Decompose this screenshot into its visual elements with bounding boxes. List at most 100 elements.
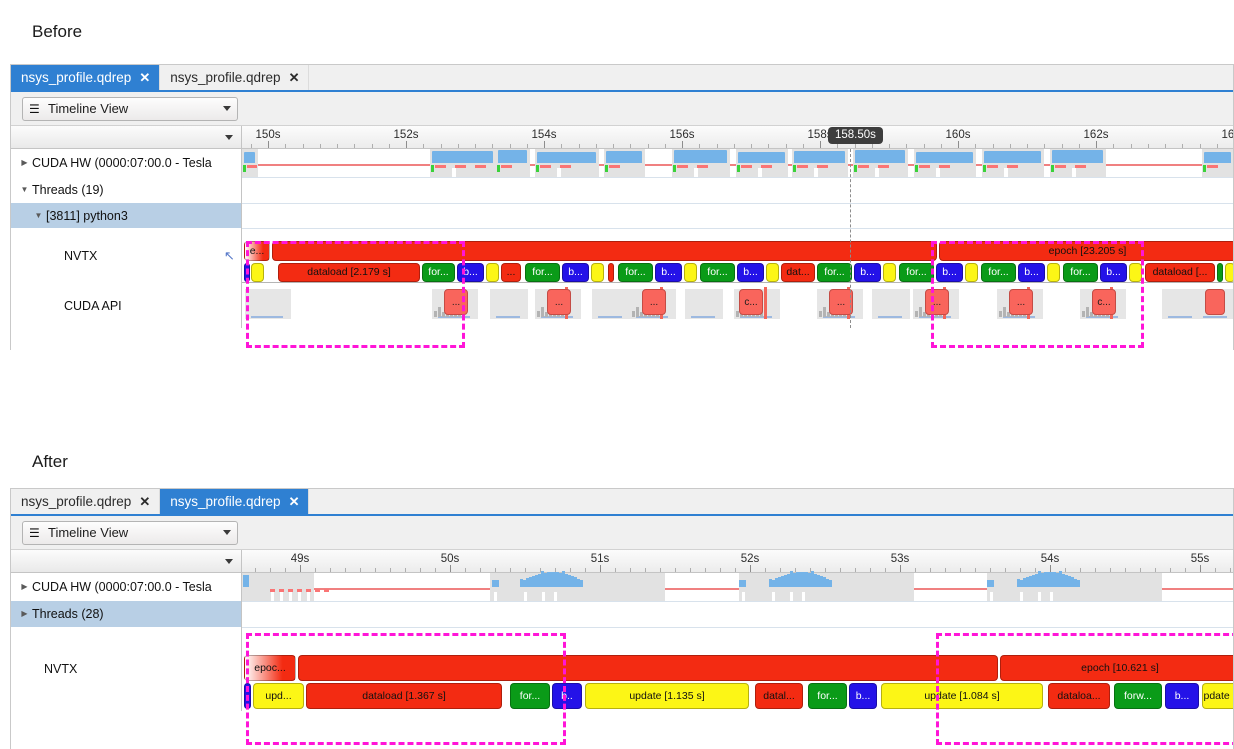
- nvtx-block[interactable]: [1225, 263, 1233, 282]
- nvtx-block[interactable]: [608, 263, 614, 282]
- tree-row-cuda-api[interactable]: CUDA API: [11, 283, 241, 328]
- nvtx-block[interactable]: b...: [936, 263, 963, 282]
- api-call-block[interactable]: ...: [1009, 289, 1033, 315]
- nvtx-block-epoch[interactable]: epoch [23.205 s]: [939, 241, 1233, 261]
- tree-row-nvtx[interactable]: NVTX: [11, 627, 241, 711]
- tree-row-nvtx[interactable]: NVTX ↗: [11, 228, 241, 283]
- time-ruler-before[interactable]: 150s152s154s156s158s160s162s164s158.50s: [242, 126, 1233, 149]
- track-nvtx-before[interactable]: e... epoch [23.205 s] dataload [2.179 s] fo…: [242, 228, 1233, 288]
- close-icon[interactable]: ✕: [289, 495, 300, 508]
- nvtx-block[interactable]: for...: [1063, 263, 1098, 282]
- nvtx-block[interactable]: [251, 263, 264, 282]
- nvtx-block-epoch[interactable]: epoc...: [244, 655, 296, 681]
- resize-arrow-icon[interactable]: ↗: [224, 248, 235, 264]
- tree-row-threads[interactable]: ▼ Threads (19): [11, 177, 241, 203]
- nvtx-block[interactable]: for...: [700, 263, 735, 282]
- timeline-pane-after[interactable]: 49s 50s 51s 52s 53s 54s 55s epoc... epoch [10.6…: [242, 550, 1233, 711]
- tree-row-python3-thread[interactable]: ▼ [3811] python3: [11, 203, 241, 228]
- nvtx-block[interactable]: for...: [422, 263, 455, 282]
- nvtx-block-epoch[interactable]: [298, 655, 998, 681]
- nvtx-block[interactable]: update [1.135 s]: [585, 683, 749, 709]
- track-cuda-api-before[interactable]: ......... c............ c...: [242, 283, 1233, 328]
- ruler-minor-tick: [940, 144, 942, 148]
- close-icon[interactable]: ✕: [289, 71, 300, 84]
- tree-header-after[interactable]: [11, 550, 241, 573]
- ruler-minor-tick: [664, 144, 666, 148]
- api-call-block[interactable]: ...: [925, 289, 949, 315]
- collapse-twisty-icon[interactable]: ▼: [31, 211, 46, 220]
- nvtx-block[interactable]: b...: [854, 263, 881, 282]
- api-call-block[interactable]: ...: [642, 289, 666, 315]
- time-ruler-after[interactable]: 49s 50s 51s 52s 53s 54s 55s: [242, 550, 1233, 573]
- nvtx-block[interactable]: dataloa...: [1048, 683, 1110, 709]
- nvtx-block[interactable]: b...: [457, 263, 484, 282]
- tree-row-cuda-hw[interactable]: ▶ CUDA HW (0000:07:00.0 - Tesla: [11, 149, 241, 177]
- close-icon[interactable]: ✕: [139, 71, 150, 84]
- tree-row-threads[interactable]: ▶ Threads (28): [11, 601, 241, 627]
- tab-nsys-profile-1[interactable]: nsys_profile.qdrep ✕: [11, 65, 161, 90]
- nvtx-block[interactable]: dat...: [781, 263, 815, 282]
- nvtx-block[interactable]: dataload [2.179 s]: [278, 263, 420, 282]
- track-cuda-hw-after[interactable]: [242, 571, 1233, 601]
- nvtx-block[interactable]: for...: [525, 263, 560, 282]
- nvtx-block[interactable]: for...: [981, 263, 1016, 282]
- nvtx-block[interactable]: dataload [...: [1145, 263, 1215, 282]
- tab-nsys-profile-2[interactable]: nsys_profile.qdrep ✕: [160, 65, 310, 90]
- nvtx-block[interactable]: [766, 263, 779, 282]
- expand-twisty-icon[interactable]: ▶: [17, 610, 32, 618]
- view-selector-dropdown[interactable]: ☰ Timeline View: [22, 96, 238, 121]
- nvtx-block[interactable]: [244, 683, 251, 709]
- nvtx-block[interactable]: [591, 263, 604, 282]
- nvtx-block-epoch[interactable]: e...: [244, 241, 270, 261]
- timeline-pane-before[interactable]: 150s152s154s156s158s160s162s164s158.50s …: [242, 126, 1233, 328]
- tree-row-cuda-hw[interactable]: ▶ CUDA HW (0000:07:00.0 - Tesla: [11, 573, 241, 601]
- nvtx-block[interactable]: for...: [817, 263, 852, 282]
- expand-twisty-icon[interactable]: ▶: [17, 583, 32, 591]
- nvtx-block[interactable]: b...: [562, 263, 589, 282]
- api-call-block[interactable]: [1205, 289, 1225, 315]
- nvtx-block[interactable]: b...: [737, 263, 764, 282]
- nvtx-block[interactable]: [684, 263, 697, 282]
- nvtx-block[interactable]: [883, 263, 896, 282]
- nvtx-block[interactable]: for...: [808, 683, 847, 709]
- nvtx-block[interactable]: b...: [1018, 263, 1045, 282]
- nvtx-block[interactable]: [965, 263, 978, 282]
- nvtx-block[interactable]: [486, 263, 499, 282]
- nvtx-block[interactable]: b...: [849, 683, 877, 709]
- nvtx-block[interactable]: update [1.084 s]: [881, 683, 1043, 709]
- nvtx-block[interactable]: b...: [1165, 683, 1199, 709]
- close-icon[interactable]: ✕: [139, 495, 150, 508]
- nvtx-block[interactable]: ...: [501, 263, 521, 282]
- nvtx-block[interactable]: for...: [899, 263, 934, 282]
- collapse-twisty-icon[interactable]: ▼: [17, 186, 32, 194]
- chevron-down-icon[interactable]: [225, 134, 233, 140]
- api-call-block[interactable]: c...: [1092, 289, 1116, 315]
- nvtx-block[interactable]: dataload [1.367 s]: [306, 683, 502, 709]
- nvtx-block[interactable]: b...: [1100, 263, 1127, 282]
- tree-header-before[interactable]: [11, 126, 241, 149]
- nvtx-block[interactable]: [1217, 263, 1223, 282]
- api-call-block[interactable]: c...: [739, 289, 763, 315]
- nvtx-block[interactable]: [1047, 263, 1060, 282]
- nvtx-block[interactable]: b...: [655, 263, 682, 282]
- nvtx-block[interactable]: update [1.: [1202, 683, 1233, 709]
- nvtx-block[interactable]: for...: [510, 683, 550, 709]
- track-cuda-hw-before[interactable]: [242, 149, 1233, 177]
- nvtx-block[interactable]: forw...: [1114, 683, 1162, 709]
- api-call-block[interactable]: ...: [444, 289, 468, 315]
- nvtx-block[interactable]: [1129, 263, 1142, 282]
- tab-nsys-profile-2[interactable]: nsys_profile.qdrep ✕: [160, 489, 310, 514]
- view-selector-dropdown[interactable]: ☰ Timeline View: [22, 520, 238, 545]
- tab-nsys-profile-1[interactable]: nsys_profile.qdrep ✕: [11, 489, 161, 514]
- nvtx-block-epoch[interactable]: epoch [10.621 s]: [1000, 655, 1233, 681]
- nvtx-block-epoch[interactable]: [272, 241, 937, 261]
- nvtx-block[interactable]: upd...: [253, 683, 304, 709]
- nvtx-block[interactable]: for...: [618, 263, 653, 282]
- chevron-down-icon[interactable]: [225, 558, 233, 564]
- nvtx-block[interactable]: datal...: [755, 683, 803, 709]
- expand-twisty-icon[interactable]: ▶: [17, 159, 32, 167]
- nvtx-block[interactable]: b..: [552, 683, 582, 709]
- nvtx-block[interactable]: [244, 263, 250, 282]
- api-call-block[interactable]: ...: [547, 289, 571, 315]
- track-nvtx-after[interactable]: epoc... epoch [10.621 s] upd... dataload [1…: [242, 627, 1233, 711]
